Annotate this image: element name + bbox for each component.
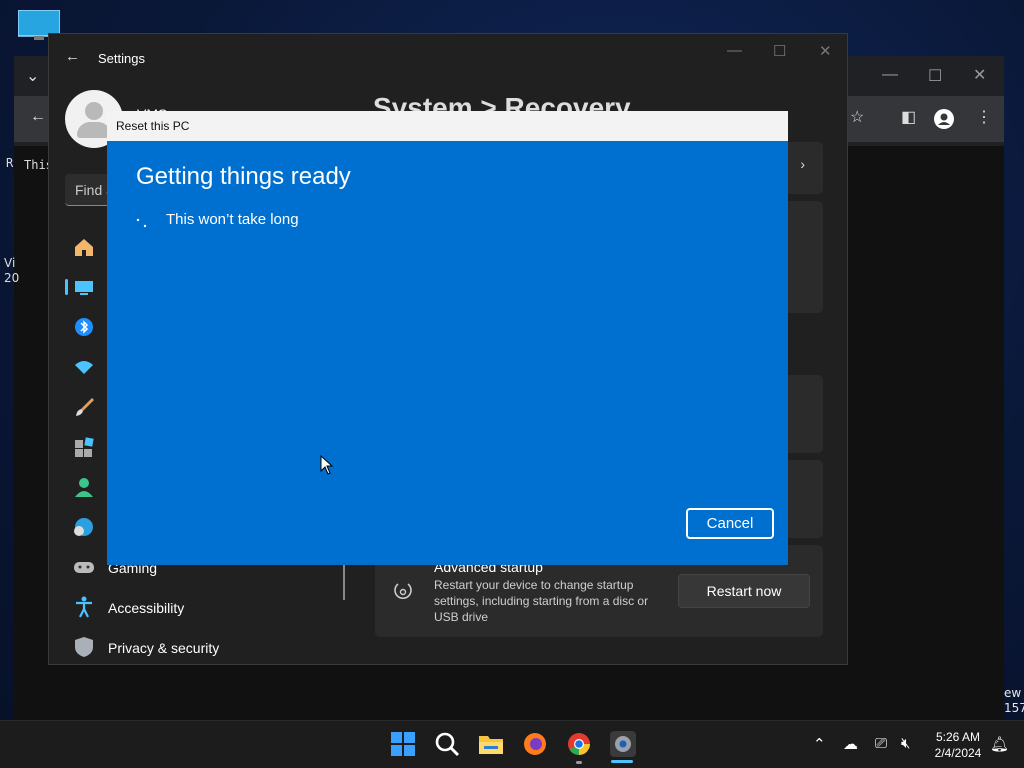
dialog-title: Reset this PC: [116, 119, 190, 133]
search-icon[interactable]: [434, 731, 460, 757]
time-language-icon[interactable]: [73, 516, 95, 538]
close-icon[interactable]: ✕: [819, 42, 832, 60]
nav-scrollbar[interactable]: [343, 562, 345, 600]
desktop-label-fragment: ew: [1004, 686, 1022, 700]
taskbar-clock[interactable]: 5:26 AM 2/4/2024: [928, 729, 988, 761]
bookmark-star-icon[interactable]: ☆: [850, 107, 864, 127]
power-restart-icon: [394, 583, 412, 599]
start-windows-icon[interactable]: [390, 731, 416, 757]
minimize-icon[interactable]: —: [727, 42, 742, 59]
apps-icon[interactable]: [73, 436, 95, 458]
file-explorer-icon[interactable]: [478, 731, 504, 757]
onedrive-icon[interactable]: ☁: [843, 735, 858, 753]
more-menu-icon[interactable]: ⋮: [976, 107, 992, 127]
firefox-icon[interactable]: [522, 731, 548, 757]
home-icon[interactable]: [73, 236, 95, 258]
desktop-label-fragment: Vi: [4, 256, 16, 270]
restart-now-button[interactable]: Restart now: [678, 574, 810, 608]
accessibility-icon[interactable]: [73, 596, 95, 618]
chevron-right-icon: ›: [800, 156, 805, 172]
chevron-down-icon[interactable]: ⌄: [26, 66, 39, 86]
loading-spinner-icon: [136, 218, 147, 228]
network-icon[interactable]: ⎚: [875, 735, 887, 752]
volume-muted-icon[interactable]: 🔇︎: [901, 735, 910, 752]
maximize-icon[interactable]: ☐: [928, 66, 942, 86]
taskbar-running-indicator: [576, 761, 582, 764]
chrome-icon[interactable]: [566, 731, 592, 757]
dialog-titlebar: Reset this PC: [107, 111, 788, 141]
desktop-label-fragment: 20: [4, 271, 20, 285]
cancel-button[interactable]: Cancel: [686, 508, 774, 539]
settings-titlebar: ← Settings — ☐ ✕: [49, 34, 847, 82]
shield-icon[interactable]: [73, 636, 95, 658]
system-icon[interactable]: [73, 276, 95, 298]
nav-item-privacy-security[interactable]: Privacy & security: [108, 640, 219, 656]
chevron-up-icon[interactable]: ⌃: [813, 735, 826, 753]
accounts-icon[interactable]: [73, 476, 95, 498]
settings-gear-icon[interactable]: [610, 731, 636, 757]
notification-bell-icon[interactable]: 🔔︎: [990, 735, 1009, 753]
wifi-icon[interactable]: [73, 356, 95, 378]
window-title: Settings: [98, 51, 145, 66]
reset-pc-dialog: Reset this PC Getting things ready This …: [107, 111, 788, 565]
profile-icon[interactable]: [934, 109, 954, 129]
minimize-icon[interactable]: —: [882, 66, 898, 84]
maximize-icon[interactable]: ☐: [773, 42, 786, 60]
dialog-subtext: This won’t take long: [166, 211, 299, 228]
nav-item-accessibility[interactable]: Accessibility: [108, 600, 184, 616]
back-arrow-icon[interactable]: ←: [65, 48, 80, 65]
taskbar-active-indicator: [611, 760, 633, 763]
side-panel-icon[interactable]: ◧: [901, 107, 916, 127]
nav-selection-indicator: [65, 279, 68, 295]
desktop-label-fragment: 157: [1004, 701, 1024, 715]
advanced-startup-description: Restart your device to change startup se…: [434, 578, 649, 624]
mouse-cursor-icon: [320, 455, 334, 475]
clock-date: 2/4/2024: [934, 746, 982, 760]
gaming-icon[interactable]: [73, 556, 95, 578]
dialog-heading: Getting things ready: [136, 163, 351, 190]
paintbrush-icon[interactable]: [73, 396, 95, 418]
close-icon[interactable]: ✕: [973, 65, 986, 85]
clock-time: 5:26 AM: [935, 730, 981, 744]
bluetooth-icon[interactable]: [73, 316, 95, 338]
terminal-text: R: [6, 156, 14, 170]
back-arrow-icon[interactable]: ←: [30, 108, 46, 126]
taskbar: ⌃ ☁ ⎚ 🔇︎ 5:26 AM 2/4/2024 🔔︎: [0, 720, 1024, 768]
